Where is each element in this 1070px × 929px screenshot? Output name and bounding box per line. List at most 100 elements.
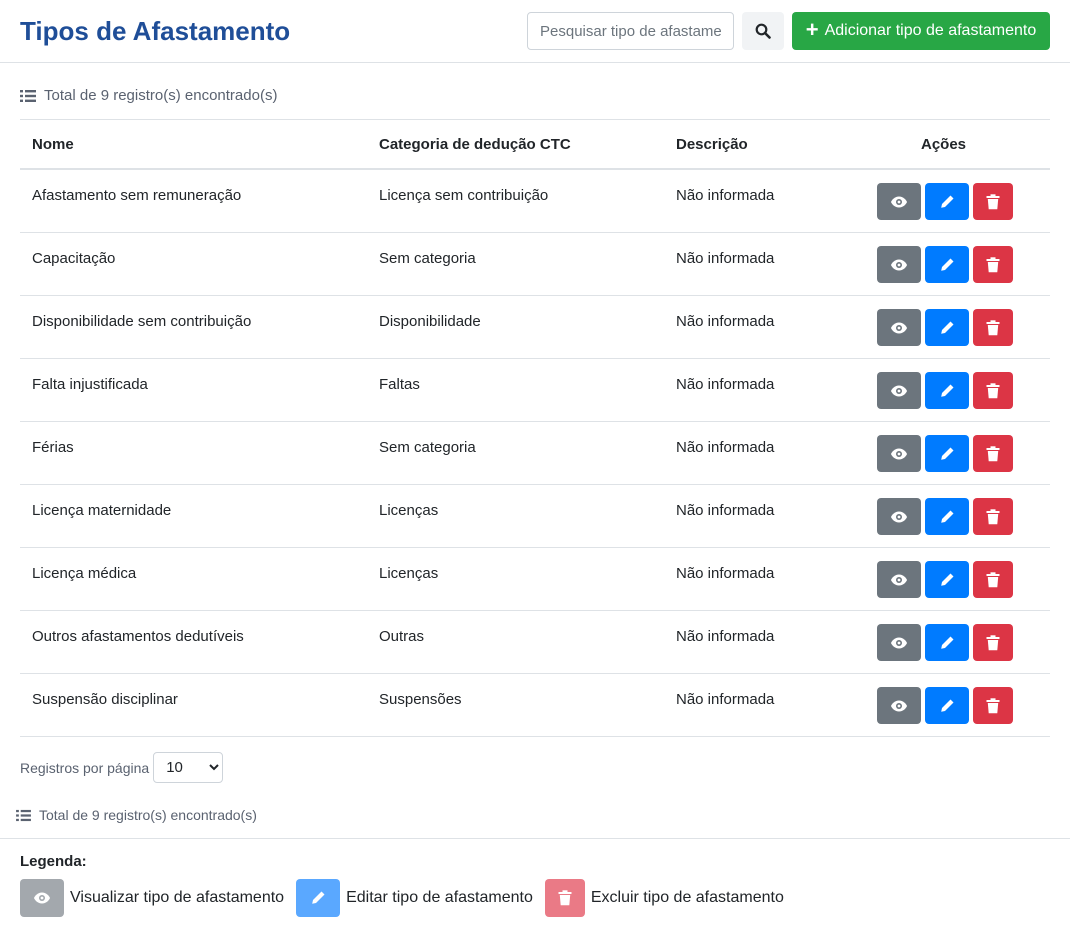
- pencil-icon: [941, 510, 954, 523]
- page-title: Tipos de Afastamento: [20, 16, 291, 46]
- edit-button[interactable]: [925, 561, 969, 598]
- table-header: Nome Categoria de dedução CTC Descrição …: [20, 120, 1050, 170]
- view-button[interactable]: [877, 687, 921, 724]
- delete-button[interactable]: [973, 498, 1013, 535]
- delete-button[interactable]: [973, 435, 1013, 472]
- cell-category: Licença sem contribuição: [379, 187, 549, 204]
- legend-edit-swatch: [296, 879, 341, 917]
- cell-category: Licenças: [379, 502, 439, 519]
- legend-view-label: Visualizar tipo de afastamento: [70, 889, 285, 906]
- trash-icon: [986, 193, 1000, 209]
- search-input[interactable]: [527, 12, 734, 50]
- view-button[interactable]: [877, 372, 921, 409]
- eye-icon: [891, 637, 907, 648]
- cell-description: Não informada: [676, 565, 775, 582]
- search-icon: [755, 23, 771, 39]
- row-actions: [877, 624, 1013, 661]
- view-button[interactable]: [877, 246, 921, 283]
- legend-edit-label: Editar tipo de afastamento: [346, 889, 533, 906]
- legend: Visualizar tipo de afastamento Editar ti…: [20, 879, 796, 917]
- pencil-icon: [941, 195, 954, 208]
- row-actions: [877, 435, 1013, 472]
- edit-button[interactable]: [925, 435, 969, 472]
- row-actions: [877, 498, 1013, 535]
- cell-category: Sem categoria: [379, 439, 476, 456]
- view-button[interactable]: [877, 183, 921, 220]
- delete-button[interactable]: [973, 309, 1013, 346]
- header-description: Descrição: [676, 136, 748, 153]
- per-page-label: Registros por página: [20, 759, 150, 776]
- table-row: Licença maternidade Licenças Não informada: [20, 485, 1050, 548]
- legend-divider: [0, 838, 1070, 839]
- row-actions: [877, 309, 1013, 346]
- eye-icon: [891, 511, 907, 522]
- total-records-top: Total de 9 registro(s) encontrado(s): [20, 87, 277, 104]
- eye-icon: [891, 385, 907, 396]
- delete-button[interactable]: [973, 561, 1013, 598]
- trash-icon: [986, 571, 1000, 587]
- trash-icon: [986, 256, 1000, 272]
- delete-button[interactable]: [973, 183, 1013, 220]
- eye-icon: [891, 322, 907, 333]
- trash-icon: [986, 697, 1000, 713]
- eye-icon: [891, 700, 907, 711]
- page-header: Tipos de Afastamento + Adicionar tipo de…: [0, 0, 1070, 63]
- row-actions: [877, 183, 1013, 220]
- delete-button[interactable]: [973, 246, 1013, 283]
- delete-button[interactable]: [973, 687, 1013, 724]
- edit-button[interactable]: [925, 372, 969, 409]
- cell-description: Não informada: [676, 502, 775, 519]
- view-button[interactable]: [877, 435, 921, 472]
- edit-button[interactable]: [925, 498, 969, 535]
- view-button[interactable]: [877, 309, 921, 346]
- cell-category: Suspensões: [379, 691, 462, 708]
- pencil-icon: [941, 636, 954, 649]
- legend-title: Legenda:: [20, 853, 87, 870]
- eye-icon: [34, 892, 50, 904]
- edit-button[interactable]: [925, 183, 969, 220]
- edit-button[interactable]: [925, 687, 969, 724]
- trash-icon: [986, 634, 1000, 650]
- pencil-icon: [941, 321, 954, 334]
- cell-category: Disponibilidade: [379, 313, 481, 330]
- edit-button[interactable]: [925, 246, 969, 283]
- pencil-icon: [941, 699, 954, 712]
- cell-name: Férias: [32, 439, 74, 456]
- per-page-select[interactable]: 10: [153, 752, 224, 783]
- view-button[interactable]: [877, 561, 921, 598]
- view-button[interactable]: [877, 624, 921, 661]
- pencil-icon: [941, 384, 954, 397]
- edit-button[interactable]: [925, 309, 969, 346]
- list-icon: [16, 809, 31, 821]
- cell-category: Licenças: [379, 565, 439, 582]
- table-row: Capacitação Sem categoria Não informada: [20, 233, 1050, 296]
- trash-icon: [986, 382, 1000, 398]
- table-row: Afastamento sem remuneração Licença sem c…: [20, 170, 1050, 233]
- view-button[interactable]: [877, 498, 921, 535]
- search-button[interactable]: [742, 12, 784, 50]
- cell-category: Sem categoria: [379, 250, 476, 267]
- cell-name: Afastamento sem remuneração: [32, 187, 242, 204]
- legend-item-view: Visualizar tipo de afastamento: [20, 879, 284, 917]
- header-category: Categoria de dedução CTC: [379, 136, 571, 153]
- table-body: Afastamento sem remuneração Licença sem c…: [20, 170, 1050, 737]
- cell-description: Não informada: [676, 439, 775, 456]
- trash-icon: [986, 319, 1000, 335]
- pencil-icon: [312, 891, 325, 904]
- row-actions: [877, 687, 1013, 724]
- cell-description: Não informada: [676, 691, 775, 708]
- eye-icon: [891, 574, 907, 585]
- pencil-icon: [941, 573, 954, 586]
- edit-button[interactable]: [925, 624, 969, 661]
- cell-category: Outras: [379, 628, 425, 645]
- cell-description: Não informada: [676, 313, 775, 330]
- table-row: Outros afastamentos dedutíveis Outras Não …: [20, 611, 1050, 674]
- per-page-control: Registros por página 10: [20, 752, 224, 783]
- delete-button[interactable]: [973, 372, 1013, 409]
- add-absence-type-button[interactable]: + Adicionar tipo de afastamento: [792, 12, 1050, 50]
- total-records-bottom: Total de 9 registro(s) encontrado(s): [16, 807, 257, 823]
- header-name: Nome: [32, 136, 74, 153]
- cell-name: Licença médica: [32, 565, 137, 582]
- cell-name: Falta injustificada: [32, 376, 148, 393]
- delete-button[interactable]: [973, 624, 1013, 661]
